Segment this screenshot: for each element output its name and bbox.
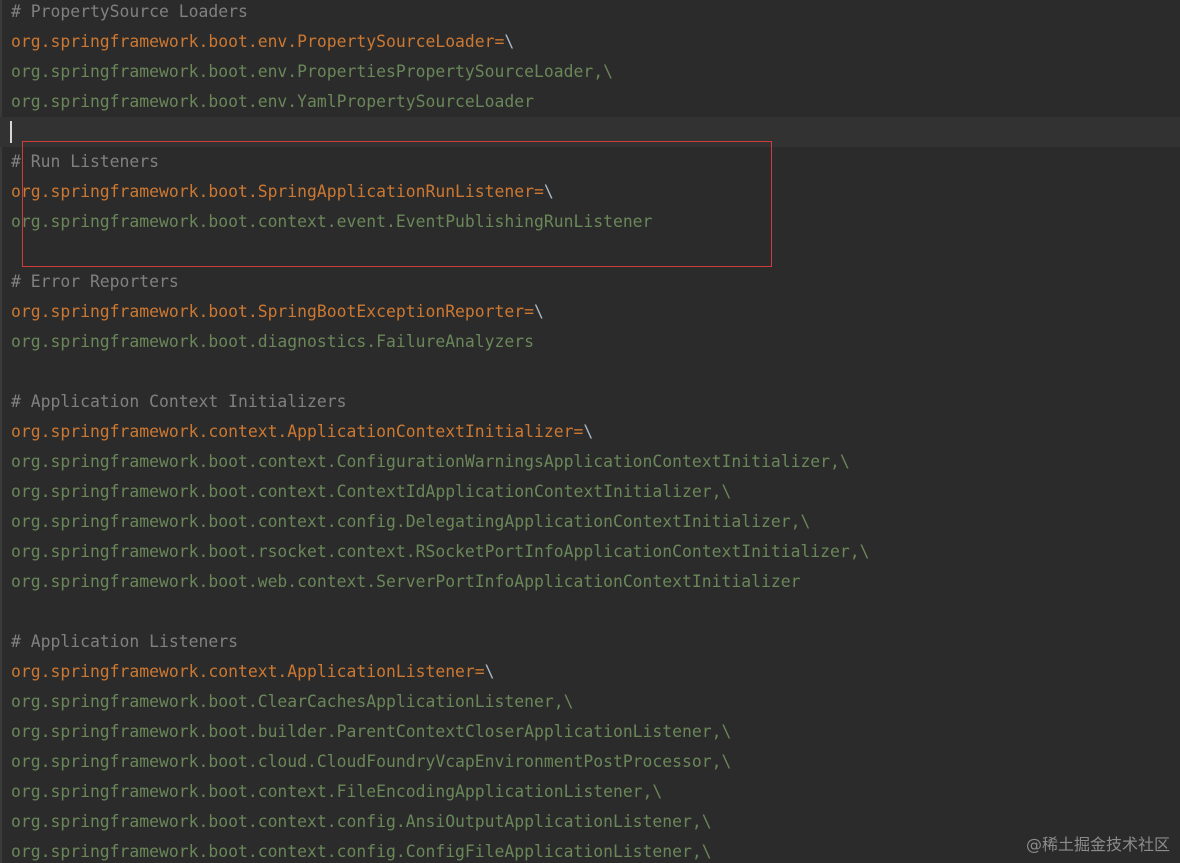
code-line[interactable]: org.springframework.boot.env.YamlPropert… — [0, 87, 1180, 117]
code-line[interactable]: org.springframework.boot.context.Context… — [0, 477, 1180, 507]
code-line[interactable]: org.springframework.boot.SpringBootExcep… — [0, 297, 1180, 327]
code-line[interactable]: org.springframework.boot.context.config.… — [0, 807, 1180, 837]
code-line[interactable]: # Application Listeners — [0, 627, 1180, 657]
code-line[interactable]: org.springframework.boot.context.Configu… — [0, 447, 1180, 477]
property-value: org.springframework.boot.context.Configu… — [11, 452, 850, 471]
highlight-box-run-listeners — [22, 141, 772, 267]
code-line[interactable]: org.springframework.boot.env.PropertiesP… — [0, 57, 1180, 87]
line-continuation: =\ — [494, 32, 515, 51]
code-line[interactable]: org.springframework.boot.context.config.… — [0, 837, 1180, 863]
property-value: org.springframework.boot.context.config.… — [11, 812, 712, 831]
code-line[interactable]: org.springframework.boot.builder.ParentC… — [0, 717, 1180, 747]
line-continuation: =\ — [573, 422, 594, 441]
code-line[interactable]: org.springframework.boot.cloud.CloudFoun… — [0, 747, 1180, 777]
line-continuation: =\ — [524, 302, 544, 321]
code-line[interactable]: # Application Context Initializers — [0, 387, 1180, 417]
code-line[interactable]: org.springframework.boot.context.FileEnc… — [0, 777, 1180, 807]
property-value: org.springframework.boot.cloud.CloudFoun… — [11, 752, 732, 771]
code-line[interactable]: org.springframework.context.ApplicationL… — [0, 657, 1180, 687]
property-value: org.springframework.boot.web.context.Ser… — [11, 572, 801, 591]
code-editor[interactable]: # PropertySource Loaders org.springframew… — [0, 0, 1180, 863]
property-value: org.springframework.boot.rsocket.context… — [11, 542, 870, 561]
code-line[interactable]: # Error Reporters — [0, 267, 1180, 297]
watermark: @稀土掘金技术社区 — [1025, 835, 1170, 854]
code-line[interactable]: org.springframework.boot.ClearCachesAppl… — [0, 687, 1180, 717]
property-value: org.springframework.boot.ClearCachesAppl… — [11, 692, 574, 711]
property-key: org.springframework.context.ApplicationL… — [11, 662, 475, 681]
comment-text: # Application Context Initializers — [11, 392, 347, 411]
property-value: org.springframework.boot.env.PropertiesP… — [11, 62, 613, 81]
code-line[interactable]: org.springframework.boot.rsocket.context… — [0, 537, 1180, 567]
property-key: org.springframework.boot.env.PropertySou… — [11, 32, 495, 51]
comment-text: # PropertySource Loaders — [11, 2, 248, 21]
code-line[interactable]: org.springframework.context.ApplicationC… — [0, 417, 1180, 447]
comment-text: # Error Reporters — [11, 272, 179, 291]
code-line[interactable]: org.springframework.boot.context.config.… — [0, 507, 1180, 537]
property-value: org.springframework.boot.context.config.… — [11, 512, 811, 531]
property-value: org.springframework.boot.context.Context… — [11, 482, 732, 501]
property-key: org.springframework.boot.SpringBootExcep… — [11, 302, 525, 321]
property-value: org.springframework.boot.context.config.… — [11, 842, 712, 861]
property-value: org.springframework.boot.builder.ParentC… — [11, 722, 732, 741]
code-line[interactable]: org.springframework.boot.env.PropertySou… — [0, 27, 1180, 57]
text-caret — [10, 121, 12, 143]
code-lines[interactable]: # PropertySource Loaders org.springframew… — [0, 0, 1180, 863]
property-value: org.springframework.boot.env.YamlPropert… — [11, 92, 535, 111]
code-line[interactable]: org.springframework.boot.web.context.Ser… — [0, 567, 1180, 597]
blank-line[interactable] — [0, 357, 1180, 387]
property-key: org.springframework.context.ApplicationC… — [11, 422, 574, 441]
code-line[interactable]: org.springframework.boot.diagnostics.Fai… — [0, 327, 1180, 357]
property-value: org.springframework.boot.context.FileEnc… — [11, 782, 663, 801]
property-value: org.springframework.boot.diagnostics.Fai… — [11, 332, 535, 351]
line-continuation: =\ — [474, 662, 495, 681]
code-line[interactable]: # PropertySource Loaders — [0, 0, 1180, 27]
blank-line[interactable] — [0, 597, 1180, 627]
comment-text: # Application Listeners — [11, 632, 238, 651]
